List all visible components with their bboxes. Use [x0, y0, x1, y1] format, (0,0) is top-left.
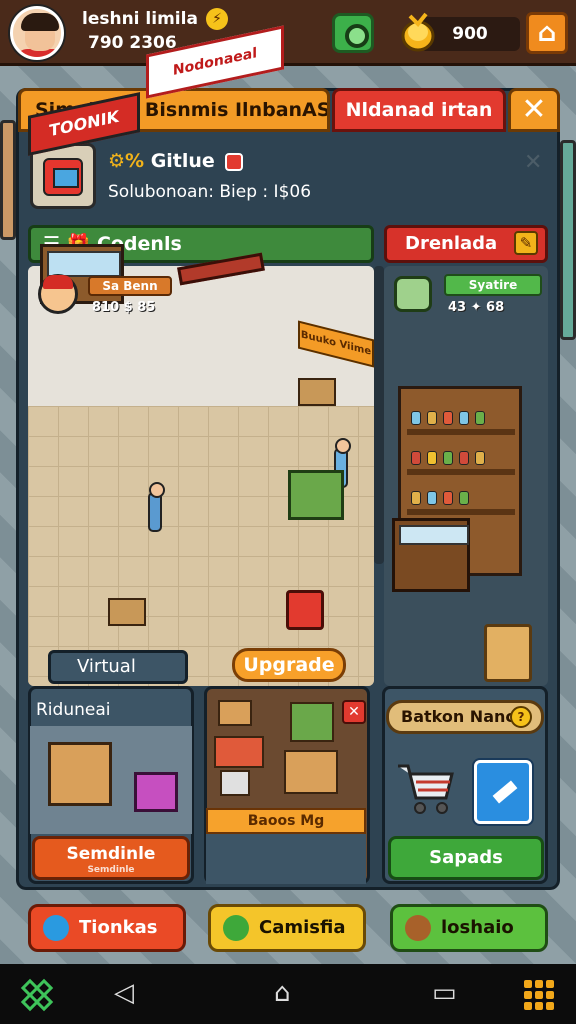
- player-name: leshni limila: [82, 9, 198, 29]
- help-icon[interactable]: ?: [510, 706, 532, 728]
- manager-avatar[interactable]: [38, 274, 78, 314]
- action-button-green[interactable]: loshaio: [390, 904, 548, 952]
- nav-back-icon[interactable]: ◁: [114, 980, 134, 1006]
- manager-stats: 810 $ 85: [92, 300, 156, 315]
- action-button-red[interactable]: Tionkas: [28, 904, 186, 952]
- cardboard-box-icon: [48, 742, 112, 806]
- nav-recents-icon[interactable]: ▭: [432, 980, 457, 1006]
- save-button[interactable]: Sapads: [388, 836, 544, 880]
- send-button-label: Semdinle: [66, 844, 156, 864]
- action-button-green-label: loshaio: [441, 917, 514, 938]
- bird-icon: [43, 915, 69, 941]
- shopper[interactable]: [148, 482, 165, 532]
- action-button-red-label: Tionkas: [79, 917, 158, 938]
- action-button-yellow[interactable]: Camisfia: [208, 904, 366, 952]
- action-button-yellow-label: Camisfia: [259, 917, 346, 938]
- target-icon: [225, 152, 244, 171]
- gem-button[interactable]: [332, 13, 374, 53]
- gift-box-icon: [134, 772, 178, 812]
- produce-counter: [288, 470, 344, 520]
- business-subtitle: Solubonoan: Biep : I$06: [108, 182, 312, 202]
- city-building: [560, 140, 576, 340]
- remove-icon[interactable]: ✕: [342, 700, 366, 724]
- send-button-sublabel: Semdinle: [87, 865, 135, 875]
- shopping-bag-icon[interactable]: [286, 590, 324, 630]
- crate: [108, 598, 146, 626]
- staff-label: Syatire: [444, 274, 542, 296]
- shopping-cart-icon[interactable]: [394, 756, 456, 820]
- manager-name: Sa Benn: [88, 276, 172, 296]
- inventory-card-title: Riduneai: [36, 700, 111, 720]
- payment-card-icon[interactable]: [474, 760, 532, 824]
- staff-avatar[interactable]: [394, 276, 432, 312]
- pouch-icon: [405, 915, 431, 941]
- business-name: ⚙% Gitlue: [108, 150, 244, 172]
- coin-icon: [401, 12, 435, 52]
- crate: [298, 378, 336, 406]
- energy-icon: ⚡: [206, 8, 228, 30]
- stock-box: [284, 750, 338, 794]
- business-name-label: Gitlue: [150, 150, 215, 172]
- tools-icon: [223, 915, 249, 941]
- virtual-label: Virtual: [48, 650, 188, 684]
- stock-card-footer: [206, 834, 366, 884]
- upgrade-button[interactable]: Upgrade: [232, 648, 346, 682]
- edit-icon[interactable]: ✎: [514, 231, 538, 255]
- store-stockroom: [384, 266, 548, 686]
- tag-icon: ⚙%: [108, 150, 145, 172]
- player-avatar[interactable]: [10, 6, 64, 60]
- shop-button[interactable]: ⌂: [526, 12, 568, 54]
- staff-stats: 43 ✦ 68: [448, 300, 505, 315]
- shopping-bags-icon: [484, 624, 532, 682]
- game-logo-icon[interactable]: [20, 978, 54, 1012]
- stock-box: [220, 770, 250, 796]
- apps-grid-icon[interactable]: [524, 980, 554, 1010]
- stock-box: [290, 702, 334, 742]
- close-button[interactable]: ✕: [508, 88, 560, 132]
- stock-box: [214, 736, 264, 768]
- city-building: [0, 120, 16, 240]
- stock-box: [218, 700, 252, 726]
- pillar: [374, 266, 384, 564]
- stock-card-label: Baoos Mg: [206, 808, 366, 834]
- send-button[interactable]: Semdinle Semdinle: [32, 836, 190, 880]
- tab-management[interactable]: Nldanad irtan: [332, 88, 506, 132]
- nav-home-icon[interactable]: ⌂: [274, 980, 291, 1006]
- dismiss-icon[interactable]: ✕: [524, 150, 542, 175]
